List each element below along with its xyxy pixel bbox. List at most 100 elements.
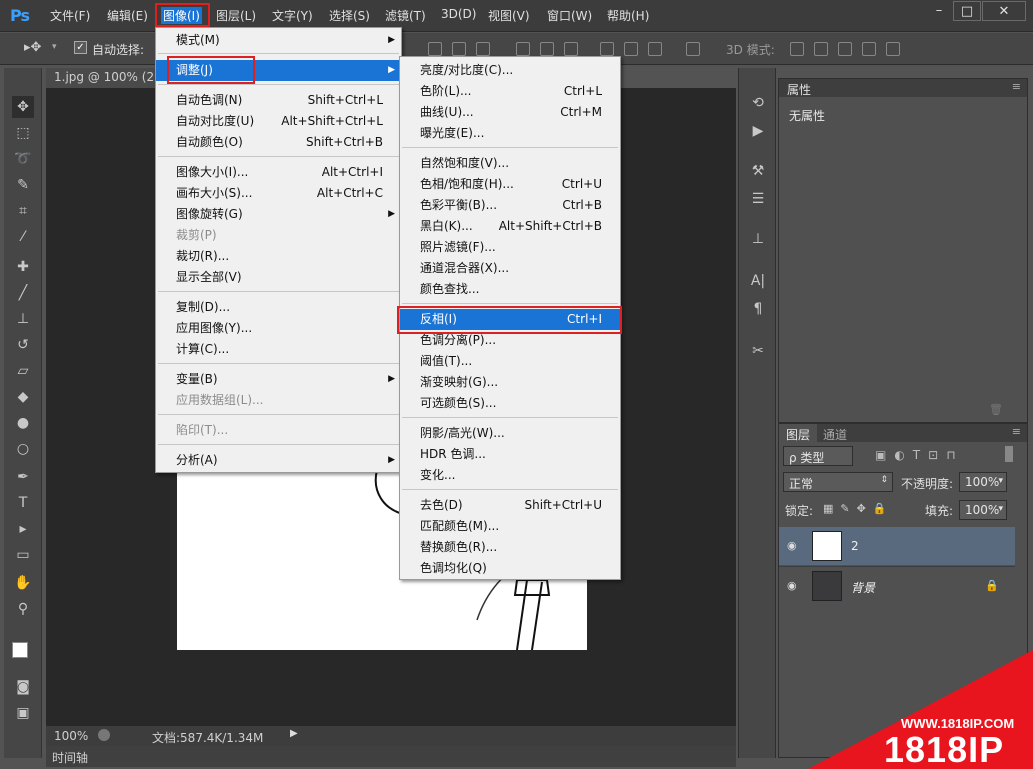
brush-tool-icon[interactable]: ╱ xyxy=(12,282,34,304)
brush-settings-icon[interactable]: ✂ xyxy=(747,340,769,362)
crop-tool-icon[interactable]: ⌗ xyxy=(12,200,34,222)
menu-type[interactable]: 文字(Y) xyxy=(272,7,313,24)
eye-icon[interactable]: ◉ xyxy=(787,579,797,592)
menu-select[interactable]: 选择(S) xyxy=(329,7,370,24)
menu-item-reveal-all[interactable]: 显示全部(V) xyxy=(156,267,401,288)
rectangle-tool-icon[interactable]: ▭ xyxy=(12,544,34,566)
healing-brush-tool-icon[interactable]: ✚ xyxy=(12,256,34,278)
fill-input[interactable]: 100% ▾ xyxy=(959,500,1007,520)
arrow-right-icon[interactable]: ▶ xyxy=(290,728,298,739)
menu-item-trim[interactable]: 裁切(R)... xyxy=(156,246,401,267)
layer-name[interactable]: 2 xyxy=(851,539,859,553)
dodge-tool-icon[interactable]: ○ xyxy=(12,438,34,460)
history-icon[interactable]: ⟲ xyxy=(747,92,769,114)
timeline-tab[interactable]: 时间轴 xyxy=(52,749,88,766)
menu-item-duplicate[interactable]: 复制(D)... xyxy=(156,297,401,318)
menu-item-adjustments[interactable]: 调整(J) ▶ xyxy=(156,60,401,81)
menu-item-shadows-highlights[interactable]: 阴影/高光(W)... xyxy=(400,423,620,444)
adjustments-icon[interactable]: ☰ xyxy=(747,188,769,210)
document-tab[interactable]: 1.jpg @ 100% (2, R xyxy=(46,68,156,88)
paint-bucket-tool-icon[interactable]: ◆ xyxy=(12,386,34,408)
screen-mode-icon[interactable]: ▣ xyxy=(12,702,34,724)
type-tool-icon[interactable]: T xyxy=(12,492,34,514)
auto-align-icon[interactable] xyxy=(686,42,700,56)
menu-item-exposure[interactable]: 曝光度(E)... xyxy=(400,123,620,144)
3d-scale-icon[interactable] xyxy=(886,42,900,56)
3d-pan-icon[interactable] xyxy=(838,42,852,56)
quick-select-tool-icon[interactable]: ✎ xyxy=(12,174,34,196)
menu-item-color-balance[interactable]: 色彩平衡(B)... Ctrl+B xyxy=(400,195,620,216)
layer-filter-select[interactable]: ρ 类型 xyxy=(783,446,853,466)
menu-item-mode[interactable]: 模式(M) ▶ xyxy=(156,30,401,51)
eyedropper-tool-icon[interactable]: ⁄ xyxy=(12,226,34,248)
foreground-color-swatch[interactable] xyxy=(12,642,28,658)
menu-item-invert[interactable]: 反相(I) Ctrl+I xyxy=(400,309,620,330)
layer-row-2[interactable]: ◉ 2 xyxy=(779,527,1015,565)
distribute-vcenter-icon[interactable] xyxy=(540,42,554,56)
3d-roll-icon[interactable] xyxy=(814,42,828,56)
tab-layers[interactable]: 图层 xyxy=(779,424,818,445)
menu-item-image-rotation[interactable]: 图像旋转(G) ▶ xyxy=(156,204,401,225)
distribute-left-icon[interactable] xyxy=(600,42,614,56)
trash-icon[interactable]: 🗑 xyxy=(989,403,1003,416)
properties-title[interactable]: 属性 xyxy=(787,81,811,98)
eye-icon[interactable]: ◉ xyxy=(787,539,797,552)
menu-file[interactable]: 文件(F) xyxy=(50,7,90,24)
opacity-input[interactable]: 100% ▾ xyxy=(959,472,1007,492)
filter-icons[interactable]: ▣◐T⊡⊓ xyxy=(875,448,964,462)
distribute-right-icon[interactable] xyxy=(648,42,662,56)
menu-item-vibrance[interactable]: 自然饱和度(V)... xyxy=(400,153,620,174)
history-brush-tool-icon[interactable]: ↺ xyxy=(12,334,34,356)
distribute-bottom-icon[interactable] xyxy=(564,42,578,56)
menu-item-selective-color[interactable]: 可选颜色(S)... xyxy=(400,393,620,414)
menu-item-hdr-toning[interactable]: HDR 色调... xyxy=(400,444,620,465)
menu-item-black-white[interactable]: 黑白(K)... Alt+Shift+Ctrl+B xyxy=(400,216,620,237)
blur-tool-icon[interactable]: ● xyxy=(12,412,34,434)
distribute-hcenter-icon[interactable] xyxy=(624,42,638,56)
auto-select-checkbox[interactable]: ✓ xyxy=(74,41,87,54)
actions-play-icon[interactable]: ▶ xyxy=(747,120,769,142)
menu-item-hue-saturation[interactable]: 色相/饱和度(H)... Ctrl+U xyxy=(400,174,620,195)
menu-item-auto-tone[interactable]: 自动色调(N) Shift+Ctrl+L xyxy=(156,90,401,111)
lock-icons[interactable]: ▦✎✥🔒 xyxy=(823,502,894,515)
menu-edit[interactable]: 编辑(E) xyxy=(107,7,148,24)
align-bottom-icon[interactable] xyxy=(476,42,490,56)
menu-item-auto-color[interactable]: 自动颜色(O) Shift+Ctrl+B xyxy=(156,132,401,153)
character-icon[interactable]: A| xyxy=(747,270,769,292)
menu-item-auto-contrast[interactable]: 自动对比度(U) Alt+Shift+Ctrl+L xyxy=(156,111,401,132)
stamp-icon[interactable]: ⊥ xyxy=(747,228,769,250)
pen-tool-icon[interactable]: ✒ xyxy=(12,466,34,488)
close-button[interactable]: ✕ xyxy=(982,1,1026,21)
menu-item-threshold[interactable]: 阈值(T)... xyxy=(400,351,620,372)
panel-menu-icon[interactable]: ≡ xyxy=(1012,425,1021,438)
menu-item-variables[interactable]: 变量(B) ▶ xyxy=(156,369,401,390)
menu-item-color-lookup[interactable]: 颜色查找... xyxy=(400,279,620,300)
menu-item-match-color[interactable]: 匹配颜色(M)... xyxy=(400,516,620,537)
menu-window[interactable]: 窗口(W) xyxy=(547,7,592,24)
menu-item-desaturate[interactable]: 去色(D) Shift+Ctrl+U xyxy=(400,495,620,516)
menu-image[interactable]: 图像(I) xyxy=(161,7,202,24)
menu-item-channel-mixer[interactable]: 通道混合器(X)... xyxy=(400,258,620,279)
menu-item-curves[interactable]: 曲线(U)... Ctrl+M xyxy=(400,102,620,123)
menu-item-photo-filter[interactable]: 照片滤镜(F)... xyxy=(400,237,620,258)
tab-channels[interactable]: 通道 xyxy=(823,426,847,443)
marquee-tool-icon[interactable]: ⬚ xyxy=(12,122,34,144)
chevron-down-icon[interactable]: ▾ xyxy=(52,42,57,52)
panel-menu-icon[interactable]: ≡ xyxy=(1012,80,1021,93)
menu-item-calculations[interactable]: 计算(C)... xyxy=(156,339,401,360)
align-vcenter-icon[interactable] xyxy=(452,42,466,56)
zoom-level[interactable]: 100% xyxy=(54,729,88,743)
menu-item-equalize[interactable]: 色调均化(Q) xyxy=(400,558,620,579)
menu-3d[interactable]: 3D(D) xyxy=(441,7,476,21)
paragraph-icon[interactable]: ¶ xyxy=(747,298,769,320)
menu-item-canvas-size[interactable]: 画布大小(S)... Alt+Ctrl+C xyxy=(156,183,401,204)
menu-filter[interactable]: 滤镜(T) xyxy=(385,7,426,24)
menu-item-levels[interactable]: 色阶(L)... Ctrl+L xyxy=(400,81,620,102)
menu-layer[interactable]: 图层(L) xyxy=(216,7,256,24)
menu-item-gradient-map[interactable]: 渐变映射(G)... xyxy=(400,372,620,393)
align-top-icon[interactable] xyxy=(428,42,442,56)
menu-item-apply-image[interactable]: 应用图像(Y)... xyxy=(156,318,401,339)
hand-tool-icon[interactable]: ✋ xyxy=(12,572,34,594)
quick-mask-icon[interactable]: ◙ xyxy=(12,676,34,698)
clone-stamp-tool-icon[interactable]: ⊥ xyxy=(12,308,34,330)
